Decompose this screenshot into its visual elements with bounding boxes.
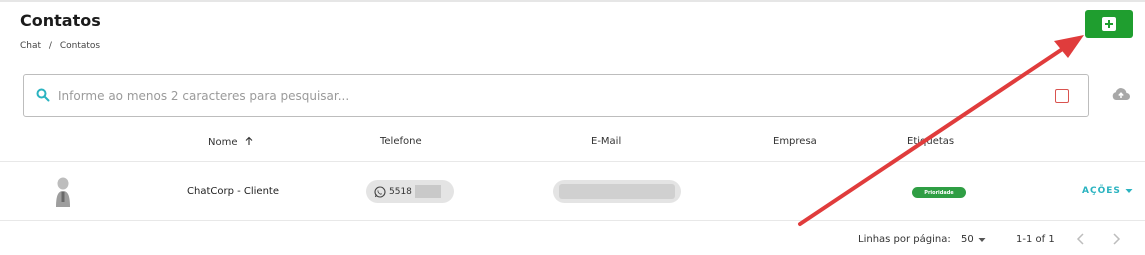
sort-arrow-up-icon [245,136,253,145]
actions-label: AÇÕES [1082,186,1121,196]
actions-menu-button[interactable]: AÇÕES [1082,186,1133,196]
search-box [23,74,1089,117]
chevron-down-icon [1125,189,1133,193]
breadcrumb: Chat / Contatos [20,41,105,51]
search-input[interactable] [58,85,1038,107]
avatar-icon [56,177,70,207]
breadcrumb-chat[interactable]: Chat [20,41,41,51]
search-icon [36,88,50,102]
chevron-down-icon [978,237,986,242]
column-header-email[interactable]: E-Mail [591,136,621,147]
top-divider [0,0,1145,2]
cloud-upload-icon[interactable] [1111,86,1131,102]
table-header: Nome Telefone E-Mail Empresa Etiquetas [0,128,1145,162]
add-contact-button[interactable] [1085,10,1133,38]
breadcrumb-separator: / [48,41,52,51]
rows-per-page-select[interactable]: 50 [961,234,986,245]
page-title: Contatos [20,11,101,30]
column-header-empresa[interactable]: Empresa [773,136,817,147]
breadcrumb-current: Contatos [59,41,101,51]
column-label: Nome [208,137,238,148]
table-row[interactable]: ChatCorp - Cliente 5518 Prioridade AÇÕES [0,163,1145,221]
redacted-email [559,184,675,199]
phone-chip[interactable]: 5518 [366,180,454,203]
chevron-right-icon[interactable] [1110,232,1122,246]
chevron-left-icon[interactable] [1075,232,1087,246]
column-header-etiquetas[interactable]: Etiquetas [907,136,954,147]
contact-name: ChatCorp - Cliente [187,186,279,197]
rows-per-page-label: Linhas por página: [858,234,951,245]
tag-badge: Prioridade [912,187,966,198]
column-header-telefone[interactable]: Telefone [380,136,422,147]
whatsapp-icon [374,185,386,198]
plus-square-icon [1102,17,1116,31]
email-chip[interactable] [553,180,681,203]
search-filter-checkbox[interactable] [1055,89,1069,103]
phone-number: 5518 [389,186,412,197]
pagination-range: 1-1 of 1 [1016,234,1055,245]
pagination-bar: Linhas por página: 50 1-1 of 1 [0,222,1145,255]
column-header-nome[interactable]: Nome [208,136,254,148]
rows-per-page-value: 50 [961,234,974,245]
redacted-phone [414,185,441,198]
